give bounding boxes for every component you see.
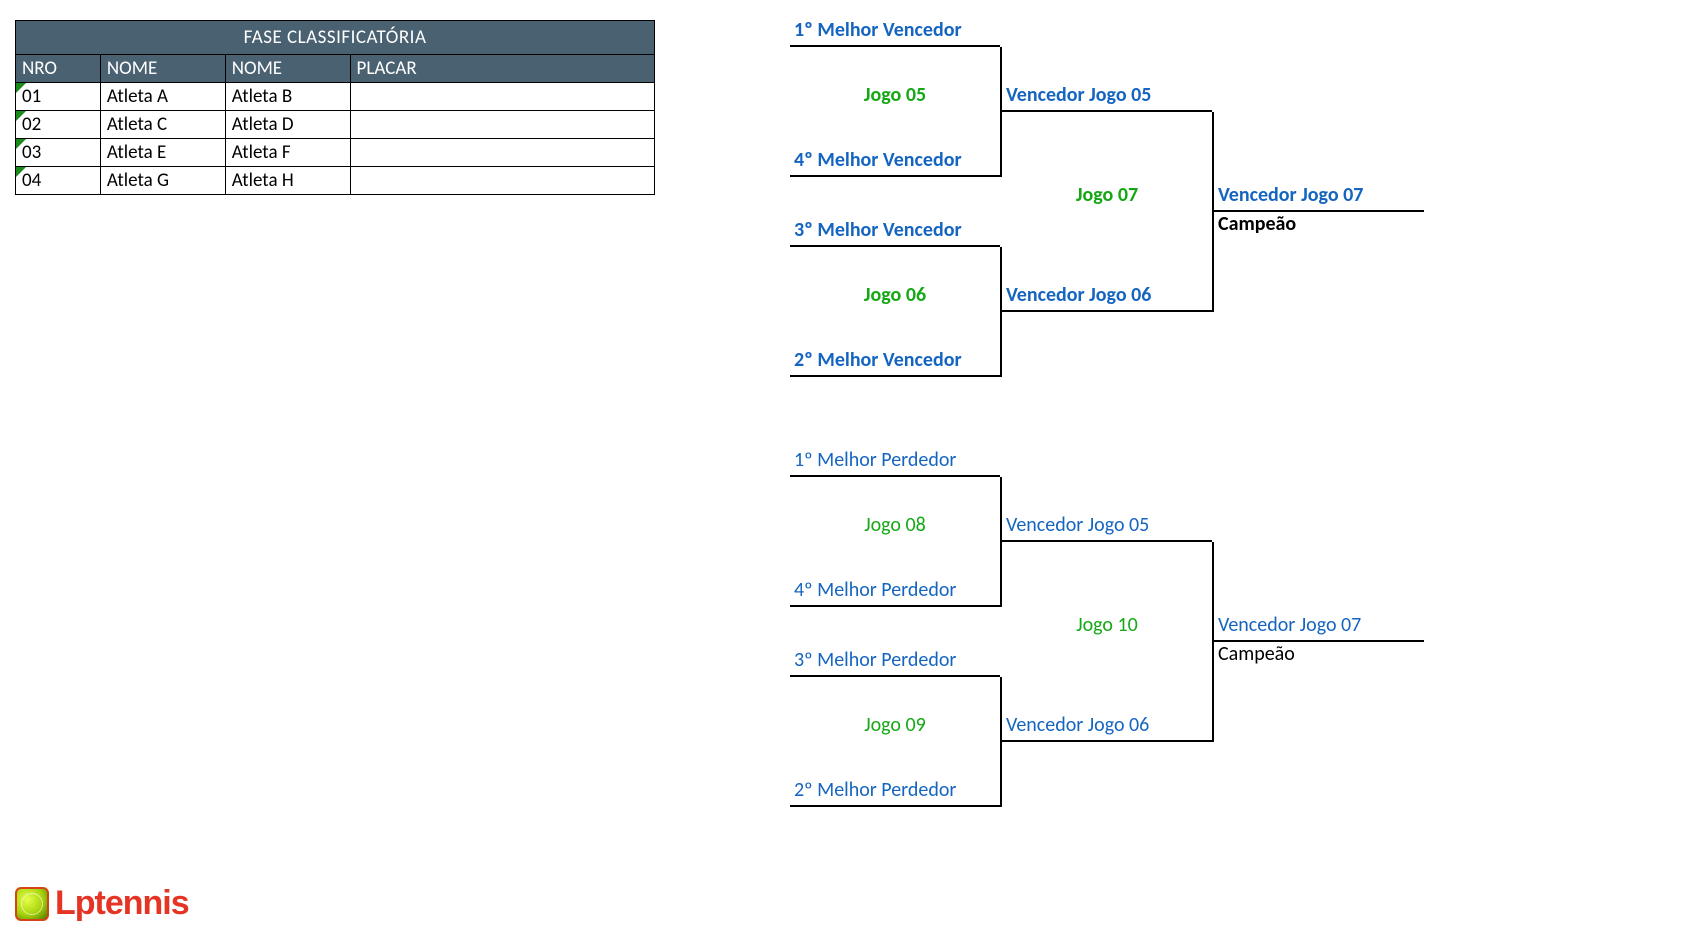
connector — [1000, 247, 1002, 377]
cell-placar — [350, 139, 654, 167]
header-placar: PLACAR — [350, 55, 654, 83]
classification-table: FASE CLASSIFICATÓRIA NRO NOME NOME PLACA… — [15, 20, 655, 195]
game-06-label: Jogo 06 — [790, 283, 1000, 307]
logo: Lptennis — [15, 884, 189, 923]
slot-final-winner: Vencedor Jogo 07 — [1214, 180, 1424, 212]
cell-nro: 04 — [16, 167, 101, 195]
cell-placar — [350, 167, 654, 195]
cell-nome1: Atleta A — [100, 83, 225, 111]
cell-placar — [350, 83, 654, 111]
cell-nome2: Atleta F — [225, 139, 350, 167]
champion-label: Campeão — [1214, 212, 1296, 236]
game-09-label: Jogo 09 — [790, 713, 1000, 737]
header-nro: NRO — [16, 55, 101, 83]
slot-winner-2: 2º Melhor Vencedor — [790, 345, 1000, 377]
champion-label-losers: Campeão — [1214, 642, 1295, 666]
brand-text: Lptennis — [55, 884, 189, 923]
header-nome1: NOME — [100, 55, 225, 83]
cell-nro: 02 — [16, 111, 101, 139]
header-nome2: NOME — [225, 55, 350, 83]
slot-loser-2: 2º Melhor Perdedor — [790, 775, 1000, 807]
cell-nome1: Atleta E — [100, 139, 225, 167]
table-row: 04 Atleta G Atleta H — [16, 167, 655, 195]
connector — [1000, 477, 1002, 607]
slot-loser-semi-2: Vencedor Jogo 06 — [1002, 710, 1212, 742]
cell-nome2: Atleta H — [225, 167, 350, 195]
connector — [1000, 677, 1002, 807]
table-title: FASE CLASSIFICATÓRIA — [16, 21, 655, 55]
connector — [1000, 47, 1002, 177]
bracket: 1º Melhor Vencedor 4º Melhor Vencedor Jo… — [790, 15, 1670, 925]
tennis-ball-icon — [15, 887, 49, 921]
slot-loser-1: 1º Melhor Perdedor — [790, 445, 1000, 477]
table-header-row: NRO NOME NOME PLACAR — [16, 55, 655, 83]
game-05-label: Jogo 05 — [790, 83, 1000, 107]
table-row: 02 Atleta C Atleta D — [16, 111, 655, 139]
cell-nro: 03 — [16, 139, 101, 167]
slot-loser-4: 4º Melhor Perdedor — [790, 575, 1000, 607]
cell-nro: 01 — [16, 83, 101, 111]
table-row: 03 Atleta E Atleta F — [16, 139, 655, 167]
slot-winner-1: 1º Melhor Vencedor — [790, 15, 1000, 47]
game-08-label: Jogo 08 — [790, 513, 1000, 537]
slot-loser-3: 3º Melhor Perdedor — [790, 645, 1000, 677]
cell-nome1: Atleta C — [100, 111, 225, 139]
cell-nome1: Atleta G — [100, 167, 225, 195]
table-row: 01 Atleta A Atleta B — [16, 83, 655, 111]
slot-winner-3: 3º Melhor Vencedor — [790, 215, 1000, 247]
slot-final-loser: Vencedor Jogo 07 — [1214, 610, 1424, 642]
slot-winner-4: 4º Melhor Vencedor — [790, 145, 1000, 177]
slot-loser-semi-1: Vencedor Jogo 05 — [1002, 510, 1212, 542]
game-10-label: Jogo 10 — [1002, 613, 1212, 637]
cell-nome2: Atleta D — [225, 111, 350, 139]
cell-nome2: Atleta B — [225, 83, 350, 111]
cell-placar — [350, 111, 654, 139]
slot-semi-2: Vencedor Jogo 06 — [1002, 280, 1212, 312]
slot-semi-1: Vencedor Jogo 05 — [1002, 80, 1212, 112]
game-07-label: Jogo 07 — [1002, 183, 1212, 207]
